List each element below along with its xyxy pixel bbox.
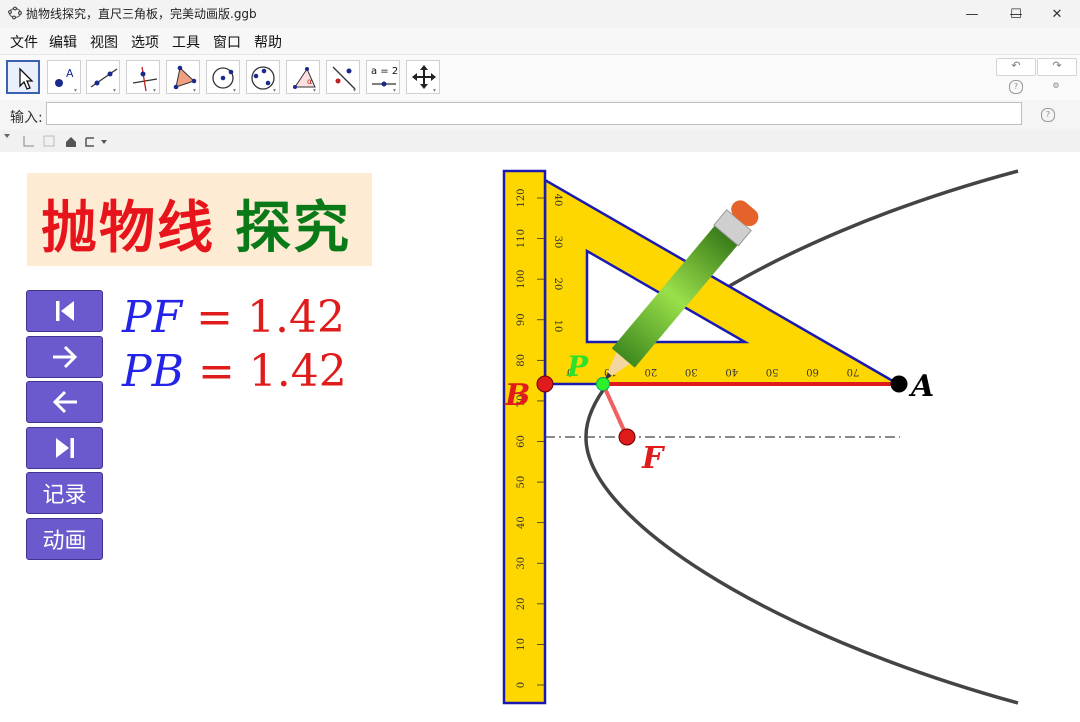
- point-p: [596, 377, 610, 391]
- set-square-vtick-label: 40: [552, 194, 563, 207]
- set-square-tick-label: 60: [806, 366, 819, 377]
- ruler-tick-label: 20: [516, 597, 527, 610]
- ruler-tick-label: 100: [516, 270, 527, 289]
- ruler-tick-label: 90: [516, 313, 527, 326]
- label-p: P: [566, 350, 589, 383]
- ruler-tick-label: 0: [516, 682, 527, 688]
- point-f: [618, 428, 636, 446]
- set-square-tick-label: 40: [725, 366, 738, 377]
- ruler-tick-label: 120: [516, 188, 527, 207]
- set-square-tick-label: 70: [847, 366, 860, 377]
- ruler-tick-label: 60: [516, 435, 527, 448]
- point-b: [536, 375, 554, 393]
- ruler-tick-label: 80: [516, 354, 527, 367]
- ruler-tick-label: 10: [516, 638, 527, 651]
- ruler-tick-label: 30: [516, 557, 527, 570]
- label-b: B: [504, 378, 530, 413]
- label-a: A: [908, 369, 934, 404]
- label-f: F: [641, 441, 666, 476]
- geometry-figure: 010203040506070 10203040 010203040506070…: [502, 169, 1019, 705]
- set-square-vtick-label: 10: [552, 320, 563, 333]
- segment-pf: [601, 383, 629, 438]
- set-square-tick-label: 20: [644, 366, 657, 377]
- ruler-tick-label: 110: [516, 229, 527, 248]
- set-square-tick-label: 50: [766, 366, 779, 377]
- set-square-vtick-label: 30: [552, 236, 563, 249]
- set-square-vtick-label: 20: [552, 278, 563, 291]
- point-a: [890, 375, 908, 393]
- ruler-tick-label: 50: [516, 476, 527, 489]
- ruler-tick-label: 40: [516, 516, 527, 529]
- set-square-tick-label: 30: [685, 366, 698, 377]
